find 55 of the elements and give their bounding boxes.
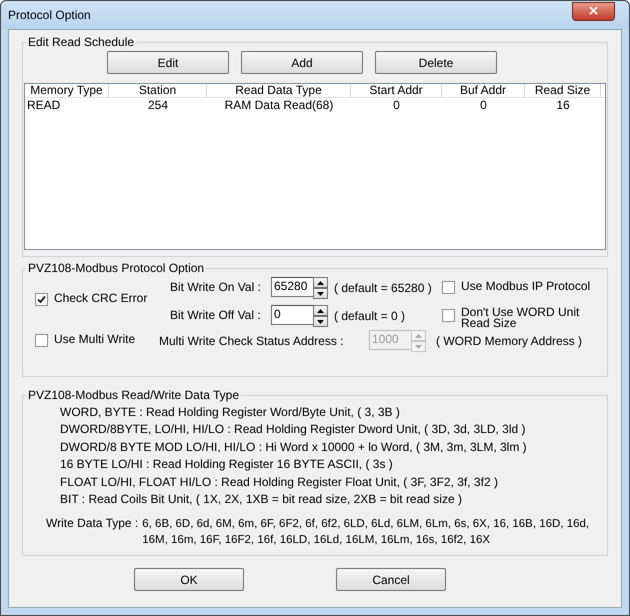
up-arrow-icon xyxy=(415,334,422,338)
spin-down-button[interactable] xyxy=(313,288,328,299)
checkbox[interactable] xyxy=(35,293,48,306)
group-title: PVZ108-Modbus Protocol Option xyxy=(27,261,206,275)
field-label: Bit Write On Val : xyxy=(170,279,262,294)
dialog-button[interactable]: Cancel xyxy=(336,568,446,591)
action-button[interactable]: Delete xyxy=(375,51,497,74)
column-header[interactable]: Buf Addr xyxy=(442,84,525,97)
table-cell-text: READ xyxy=(26,98,62,112)
group-title: PVZ108-Modbus Read/Write Data Type xyxy=(27,388,240,402)
data-type-line: FLOAT LO/HI, FLOAT HI/LO : Read Holding Register Float Unit, ( 3F, 3F2, 3f, 3f2 ) xyxy=(60,474,499,491)
checkbox[interactable] xyxy=(442,281,455,294)
table-cell-text: RAM Data Read(68) xyxy=(224,98,334,112)
action-button[interactable]: Edit xyxy=(107,51,229,74)
data-type-line: 16 BYTE LO/HI : Read Holding Register 16 BYTE ASCII, ( 3s ) xyxy=(60,456,394,474)
column-header[interactable]: Read Data Type xyxy=(207,84,351,97)
checkbox[interactable] xyxy=(35,334,48,347)
column-header[interactable]: Start Addr xyxy=(351,84,442,97)
checkbox-label: Use Modbus IP Protocol xyxy=(461,279,590,294)
table-cell-text: 0 xyxy=(392,98,401,112)
address-note: ( WORD Memory Address ) xyxy=(435,334,582,348)
table-cell-text: 254 xyxy=(146,98,170,112)
window-title: Protocol Option xyxy=(8,8,91,22)
column-header[interactable]: Station xyxy=(109,84,207,97)
down-arrow-icon xyxy=(317,320,324,324)
checkbox[interactable] xyxy=(442,309,455,322)
table-cell-text: 0 xyxy=(479,98,488,112)
default-note: ( default = 0 ) xyxy=(333,308,406,323)
up-arrow-icon xyxy=(317,280,324,284)
down-arrow-icon xyxy=(415,344,422,348)
down-arrow-icon xyxy=(317,292,324,296)
data-type-line: DWORD/8BYTE, LO/HI, HI/LO : Read Holding Register Dword Unit, ( 3D, 3d, 3LD, 3ld ) xyxy=(60,421,526,438)
checkbox-label: Don't Use WORD Unit Read Size xyxy=(461,307,580,329)
checkbox-label: Check CRC Error xyxy=(54,291,148,306)
dialog-button[interactable]: OK xyxy=(134,568,244,591)
field-label: Bit Write Off Val : xyxy=(170,307,262,322)
default-note: ( default = 65280 ) xyxy=(333,280,433,295)
checkbox-label: Use Multi Write xyxy=(54,332,136,347)
write-type-label: Write Data Type : xyxy=(46,516,140,532)
spin-down-button[interactable] xyxy=(313,316,328,327)
spin-up-button[interactable] xyxy=(313,277,328,288)
column-header[interactable]: Read Size xyxy=(525,84,601,97)
table-cell-text: 16 xyxy=(555,98,571,112)
up-arrow-icon xyxy=(317,308,324,312)
data-type-line: DWORD/8 BYTE MOD LO/HI, HI/LO : Hi Word x 10000 + lo Word, ( 3M, 3m, 3LM, 3lm ) xyxy=(60,438,528,456)
data-type-line: BIT : Read Coils Bit Unit, ( 1X, 2X, 1XB = bit read size, 2XB = bit read size ) xyxy=(60,491,463,508)
field-label: Multi Write Check Status Address : xyxy=(159,334,345,348)
group-title: Edit Read Schedule xyxy=(27,35,136,49)
spin-up-button[interactable] xyxy=(313,305,328,316)
number-field[interactable]: 65280 xyxy=(271,277,313,297)
action-button[interactable]: Add xyxy=(241,51,363,74)
write-type-list: 6, 6B, 6D, 6d, 6M, 6m, 6F, 6F2, 6f, 6f2, 6LD, 6Ld, 6LM, 6Lm, 6s, 6X, 16, 16B, 16D, 16d, 16M, 16m, 16F, 16F2, 16f, 16LD, 16Ld, 16LM, 16Lm, 16s, 16f2, 16X xyxy=(142,516,604,548)
data-type-line: WORD, BYTE : Read Holding Register Word/Byte Unit, ( 3, 3B ) xyxy=(60,404,401,421)
number-field[interactable]: 0 xyxy=(271,305,313,325)
column-header[interactable]: Memory Type xyxy=(25,84,109,97)
